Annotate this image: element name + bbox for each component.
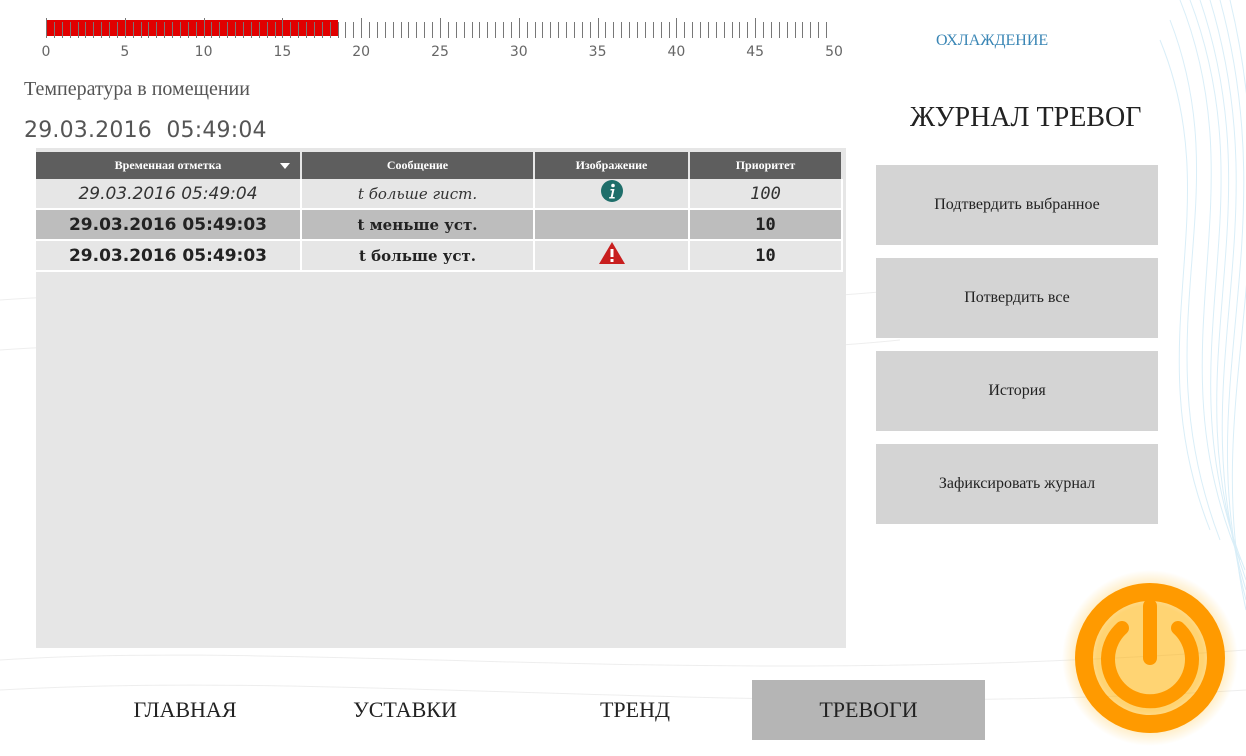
confirm-all-button[interactable]: Потвердить все — [876, 258, 1158, 338]
scale-tick-label: 20 — [352, 44, 371, 60]
scale-tick-label: 15 — [273, 44, 292, 60]
cell-message: t больше гист. — [301, 179, 535, 210]
scale-tick-label: 30 — [509, 44, 528, 60]
scale-tick-label: 0 — [41, 44, 51, 60]
temperature-scale-labels: 0 5 10 15 20 25 30 35 40 45 50 — [42, 44, 843, 64]
scale-tick-label: 10 — [194, 44, 213, 60]
cell-timestamp: 29.03.2016 05:49:03 — [36, 209, 302, 241]
current-datetime: 29.03.2016 05:49:04 — [24, 118, 267, 143]
journal-title: ЖУРНАЛ ТРЕВОГ — [910, 102, 1142, 133]
cell-priority: 10 — [689, 209, 843, 241]
warning-icon — [598, 242, 625, 264]
nav-alarms[interactable]: ТРЕВОГИ — [752, 680, 985, 740]
cell-priority: 100 — [689, 179, 843, 210]
table-row[interactable]: 29.03.2016 05:49:03 t меньше уст. 10 — [36, 209, 843, 241]
temperature-bar — [46, 18, 834, 44]
column-header-message[interactable]: Сообщение — [301, 152, 535, 179]
nav-trend[interactable]: ТРЕНД — [520, 680, 750, 740]
confirm-selected-button[interactable]: Подтвердить выбранное — [876, 165, 1158, 245]
cell-message: t больше уст. — [301, 240, 535, 272]
cell-priority: 10 — [689, 240, 843, 272]
cell-timestamp: 29.03.2016 05:49:04 — [36, 179, 302, 210]
alarm-table-panel: Временная отметка Сообщение Изображение … — [36, 148, 846, 648]
table-row[interactable]: 29.03.2016 05:49:03 t больше уст. 10 — [36, 240, 843, 272]
lock-journal-button[interactable]: Зафиксировать журнал — [876, 444, 1158, 524]
temperature-scale-ticks — [46, 18, 827, 38]
column-header-image[interactable]: Изображение — [534, 152, 690, 179]
cell-timestamp: 29.03.2016 05:49:03 — [36, 240, 302, 272]
scale-tick-label: 40 — [667, 44, 686, 60]
history-button[interactable]: История — [876, 351, 1158, 431]
scale-tick-label: 50 — [825, 44, 843, 60]
scale-tick-label: 5 — [120, 44, 130, 60]
room-temperature-label: Температура в помещении — [24, 78, 250, 100]
nav-settings[interactable]: УСТАВКИ — [290, 680, 520, 740]
cell-image — [534, 209, 690, 241]
sort-down-icon[interactable] — [280, 163, 290, 169]
mode-link-cooling[interactable]: ОХЛАЖДЕНИЕ — [936, 32, 1048, 50]
table-row[interactable]: 29.03.2016 05:49:04 t больше гист. 100 — [36, 179, 843, 210]
cell-image — [534, 179, 690, 210]
alarm-table: Временная отметка Сообщение Изображение … — [36, 152, 843, 272]
nav-main[interactable]: ГЛАВНАЯ — [70, 680, 300, 740]
power-icon[interactable] — [1062, 570, 1242, 750]
scale-tick-label: 45 — [746, 44, 765, 60]
column-header-label: Временная отметка — [114, 158, 222, 172]
cell-image — [534, 240, 690, 272]
scale-tick-label: 35 — [588, 44, 607, 60]
info-icon — [600, 180, 623, 202]
column-header-priority[interactable]: Приоритет — [689, 152, 843, 179]
cell-message: t меньше уст. — [301, 209, 535, 241]
scale-tick-label: 25 — [431, 44, 449, 60]
column-header-timestamp[interactable]: Временная отметка — [36, 152, 302, 179]
